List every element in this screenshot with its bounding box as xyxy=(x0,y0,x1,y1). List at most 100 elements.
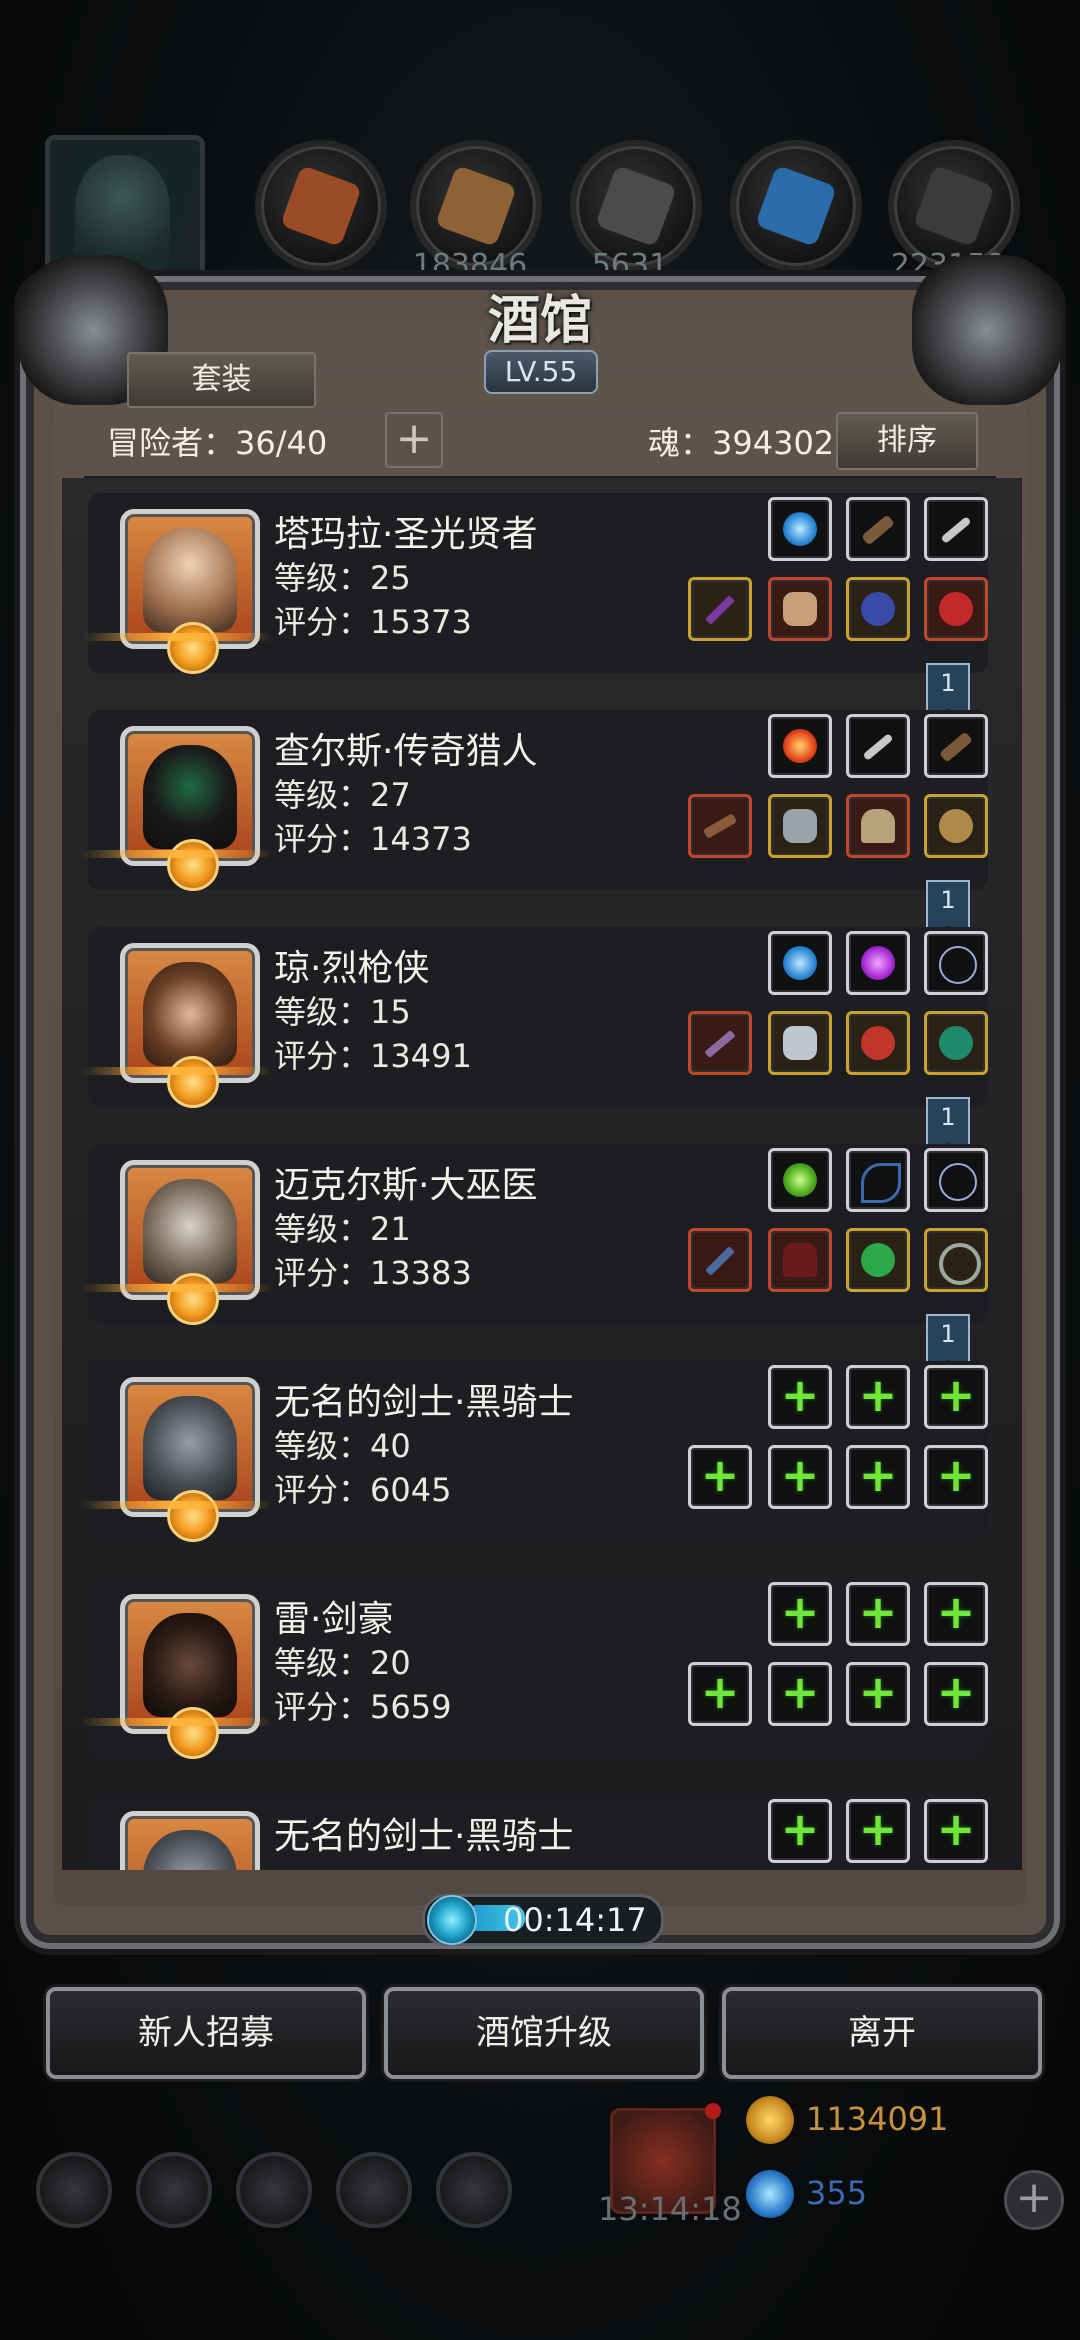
hero-name: 查尔斯·传奇猎人 xyxy=(274,731,538,772)
empty-slot-add-icon[interactable]: + xyxy=(768,1365,832,1429)
orb-equip-icon[interactable] xyxy=(768,497,832,561)
orb-equip-icon[interactable] xyxy=(768,931,832,995)
armor-equip-icon[interactable] xyxy=(768,577,832,641)
hero-card[interactable]: 琼·烈枪侠 等级：15 评分：13491 xyxy=(82,927,988,1108)
fire-gem-equip-icon[interactable] xyxy=(768,714,832,778)
gold-amount: 1134091 xyxy=(806,2100,949,2138)
staff-equip-icon[interactable] xyxy=(688,577,752,641)
hero-card[interactable]: 迈克尔斯·大巫医 等级：21 评分：13383 xyxy=(82,1144,988,1325)
empty-slot-add-icon[interactable]: + xyxy=(846,1582,910,1646)
dagger-equip-icon[interactable] xyxy=(924,497,988,561)
sort-button[interactable]: 排序 xyxy=(836,412,978,470)
rank-emblem-icon xyxy=(167,1273,219,1325)
gem-amount: 355 xyxy=(806,2174,868,2212)
armor-equip-icon[interactable] xyxy=(768,1011,832,1075)
hero-level: 等级：15 xyxy=(274,993,411,1031)
hero-portrait xyxy=(120,1594,260,1759)
leave-button[interactable]: 离开 xyxy=(722,1987,1042,2079)
panel-title: 酒馆 xyxy=(487,290,592,351)
expand-slots-button[interactable]: + xyxy=(385,412,443,468)
hero-card[interactable]: 雷·剑豪 等级：20 评分：5659 + + + + + + + xyxy=(82,1578,988,1759)
empty-slot-add-icon[interactable]: + xyxy=(924,1445,988,1509)
hero-score: 评分：13383 xyxy=(274,1254,472,1292)
recruit-button[interactable]: 新人招募 xyxy=(46,1987,366,2079)
tavern-refresh-timer: 00:14:17 xyxy=(422,1894,664,1946)
upgrade-tavern-button[interactable]: 酒馆升级 xyxy=(384,1987,704,2079)
empty-slot-add-icon[interactable]: + xyxy=(768,1662,832,1726)
add-currency-button[interactable]: + xyxy=(1004,2170,1064,2230)
gun-equip-icon[interactable] xyxy=(846,497,910,561)
empty-slot-add-icon[interactable]: + xyxy=(768,1445,832,1509)
empty-slot-add-icon[interactable]: + xyxy=(924,1662,988,1726)
empty-slot-add-icon[interactable]: + xyxy=(688,1445,752,1509)
hero-level: 等级：40 xyxy=(274,1427,411,1465)
hero-portrait xyxy=(120,509,260,674)
empty-slot-add-icon[interactable]: + xyxy=(924,1365,988,1429)
empty-slot-add-icon[interactable]: + xyxy=(924,1799,988,1863)
necklace-equip-icon[interactable] xyxy=(924,931,988,995)
timer-text: 00:14:17 xyxy=(503,1901,647,1939)
crystal-resource-icon xyxy=(730,140,862,272)
empty-slot-add-icon[interactable]: + xyxy=(846,1445,910,1509)
adventurer-count: 冒险者：36/40 xyxy=(107,424,328,462)
hero-portrait xyxy=(120,726,260,891)
rank-emblem-icon xyxy=(167,839,219,891)
amulet-equip-icon[interactable] xyxy=(846,577,910,641)
meat-resource-icon xyxy=(255,140,387,272)
glow-bar xyxy=(82,1501,272,1509)
hero-name: 雷·剑豪 xyxy=(274,1599,394,1640)
hero-level: 等级：25 xyxy=(274,559,411,597)
glow-bar xyxy=(82,850,272,858)
purple-gem-equip-icon[interactable] xyxy=(846,931,910,995)
hero-card[interactable]: 无名的剑士·黑骑士 等级：40 评分：6045 + + + + + + + xyxy=(82,1361,988,1542)
heart-pendant-equip-icon[interactable] xyxy=(846,1011,910,1075)
rank-emblem-icon xyxy=(167,1707,219,1759)
hero-name: 无名的剑士·黑骑士 xyxy=(274,1382,574,1423)
hero-level: 等级：27 xyxy=(274,776,411,814)
necklace-equip-icon[interactable] xyxy=(924,1148,988,1212)
empty-slot-add-icon[interactable]: + xyxy=(846,1799,910,1863)
green-crystal-equip-icon[interactable] xyxy=(768,1148,832,1212)
resource-bar: 183846 5631 223159 xyxy=(40,130,1050,290)
hero-level: 等级：20 xyxy=(274,1644,411,1682)
empty-slot-add-icon[interactable]: + xyxy=(846,1662,910,1726)
helmet-equip-icon[interactable] xyxy=(846,794,910,858)
ring-equip-icon[interactable] xyxy=(924,1228,988,1292)
gauntlet-equip-icon[interactable] xyxy=(924,794,988,858)
empty-slot-add-icon[interactable]: + xyxy=(768,1799,832,1863)
outfit-button[interactable]: 套装 xyxy=(127,352,316,408)
hero-score: 评分：15373 xyxy=(274,603,472,641)
guild-icon[interactable] xyxy=(436,2152,512,2228)
sword-equip-icon[interactable] xyxy=(688,1011,752,1075)
hero-card[interactable]: 塔玛拉·圣光贤者 等级：25 评分：15373 xyxy=(82,493,988,674)
hero-name: 琼·烈枪侠 xyxy=(274,948,430,989)
map-icon[interactable] xyxy=(236,2152,312,2228)
rank-emblem-icon xyxy=(167,1490,219,1542)
empty-slot-add-icon[interactable]: + xyxy=(924,1582,988,1646)
hero-list[interactable]: 塔玛拉·圣光贤者 等级：25 评分：15373 1 查尔斯·传奇猎人 等级：27… xyxy=(62,478,1022,1870)
gun-equip-icon[interactable] xyxy=(924,714,988,778)
clock-icon xyxy=(427,1895,477,1945)
hero-card[interactable]: 无名的剑士·黑骑士 + + + xyxy=(88,1795,988,1870)
rifle-equip-icon[interactable] xyxy=(688,794,752,858)
hero-score: 评分：5659 xyxy=(274,1688,452,1726)
wand-equip-icon[interactable] xyxy=(688,1228,752,1292)
empty-slot-add-icon[interactable]: + xyxy=(846,1365,910,1429)
settings-icon[interactable] xyxy=(36,2152,112,2228)
mail-icon[interactable] xyxy=(336,2152,412,2228)
cloak-equip-icon[interactable] xyxy=(768,1228,832,1292)
jade-equip-icon[interactable] xyxy=(846,1228,910,1292)
empty-slot-add-icon[interactable]: + xyxy=(688,1662,752,1726)
glow-bar xyxy=(82,1067,272,1075)
soul-count: 魂：394302 xyxy=(648,424,835,462)
bow-equip-icon[interactable] xyxy=(846,1148,910,1212)
hero-card[interactable]: 查尔斯·传奇猎人 等级：27 评分：14373 xyxy=(82,710,988,891)
achievement-icon[interactable] xyxy=(136,2152,212,2228)
emerald-equip-icon[interactable] xyxy=(924,1011,988,1075)
armor-equip-icon[interactable] xyxy=(768,794,832,858)
dagger-equip-icon[interactable] xyxy=(846,714,910,778)
empty-slot-add-icon[interactable]: + xyxy=(768,1582,832,1646)
ring-equip-icon[interactable] xyxy=(924,577,988,641)
hero-name: 迈克尔斯·大巫医 xyxy=(274,1165,538,1206)
hero-name: 塔玛拉·圣光贤者 xyxy=(274,514,538,555)
